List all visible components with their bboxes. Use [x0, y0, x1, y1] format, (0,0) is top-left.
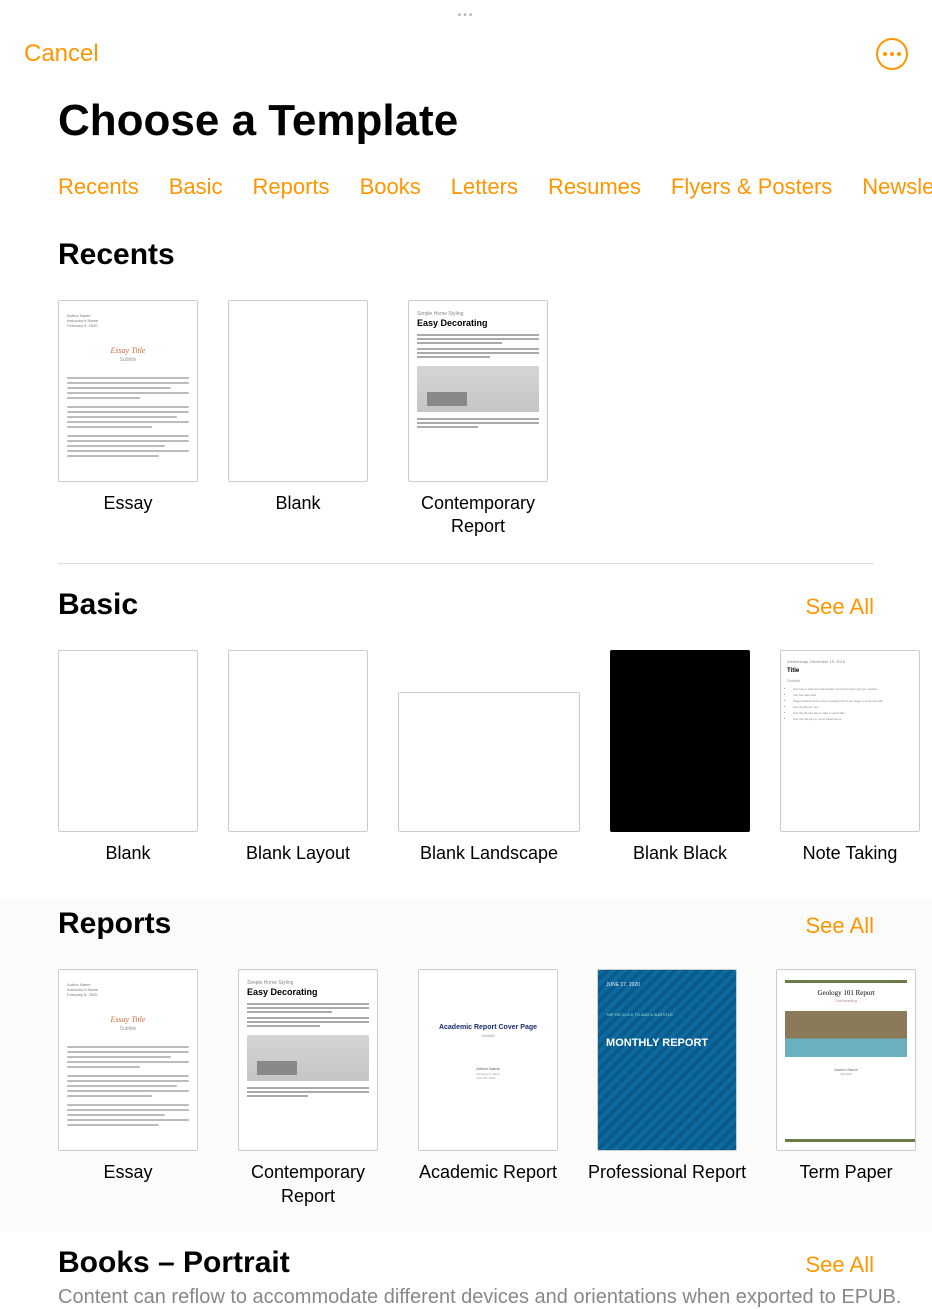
template-label: Note Taking	[803, 842, 898, 865]
template-label: Blank Black	[633, 842, 727, 865]
template-label: Blank Layout	[246, 842, 350, 865]
tab-flyers-posters[interactable]: Flyers & Posters	[671, 174, 832, 200]
template-note-taking[interactable]: Wednesday, December 19, 2018 Title Subti…	[780, 650, 920, 865]
template-blank-black[interactable]: Blank Black	[610, 650, 750, 865]
tab-resumes[interactable]: Resumes	[548, 174, 641, 200]
section-title-basic: Basic	[58, 588, 138, 622]
template-blank[interactable]: Blank	[58, 650, 198, 865]
template-label: Contemporary Report	[398, 492, 558, 539]
see-all-books[interactable]: See All	[806, 1252, 875, 1278]
template-essay[interactable]: Author NameInstructor's NameFebruary 8, …	[58, 969, 198, 1208]
tab-books[interactable]: Books	[360, 174, 421, 200]
template-label: Contemporary Report	[228, 1161, 388, 1208]
template-professional-report[interactable]: JUNE 17, 2020 TAP OR CLICK TO ADD A SUBT…	[588, 969, 746, 1208]
template-label: Academic Report	[419, 1161, 557, 1184]
section-subtitle-books: Content can reflow to accommodate differ…	[58, 1280, 932, 1309]
template-contemporary-report[interactable]: Simple Home Styling Easy Decorating Cont…	[228, 969, 388, 1208]
tab-recents[interactable]: Recents	[58, 174, 139, 200]
cancel-button[interactable]: Cancel	[24, 40, 99, 68]
template-blank-layout[interactable]: Blank Layout	[228, 650, 368, 865]
template-label: Essay	[103, 492, 152, 515]
template-blank-landscape[interactable]: Blank Landscape	[398, 650, 580, 865]
template-label: Term Paper	[800, 1161, 893, 1184]
tab-newsletters[interactable]: Newsletters	[862, 174, 932, 200]
tab-basic[interactable]: Basic	[169, 174, 223, 200]
template-label: Essay	[103, 1161, 152, 1184]
see-all-reports[interactable]: See All	[806, 913, 875, 939]
tab-reports[interactable]: Reports	[253, 174, 330, 200]
category-tabs: Recents Basic Reports Books Letters Resu…	[0, 146, 932, 214]
tab-letters[interactable]: Letters	[451, 174, 518, 200]
template-essay[interactable]: Author NameInstructor's NameFebruary 8, …	[58, 300, 198, 539]
template-term-paper[interactable]: Geology 101 Report Subheading Author Nam…	[776, 969, 916, 1208]
template-label: Blank Landscape	[420, 842, 558, 865]
page-title: Choose a Template	[0, 70, 932, 146]
template-label: Professional Report	[588, 1161, 746, 1184]
template-label: Blank	[275, 492, 320, 515]
template-blank[interactable]: Blank	[228, 300, 368, 539]
section-title-recents: Recents	[58, 238, 175, 272]
see-all-basic[interactable]: See All	[806, 594, 875, 620]
more-options-button[interactable]	[876, 38, 908, 70]
template-label: Blank	[105, 842, 150, 865]
template-contemporary-report[interactable]: Simple Home Styling Easy Decorating Cont…	[398, 300, 558, 539]
window-drag-indicator: •••	[458, 10, 475, 21]
section-title-reports: Reports	[58, 907, 171, 941]
template-academic-report[interactable]: Academic Report Cover Page Subtitle Auth…	[418, 969, 558, 1208]
section-title-books: Books – Portrait	[58, 1246, 290, 1280]
